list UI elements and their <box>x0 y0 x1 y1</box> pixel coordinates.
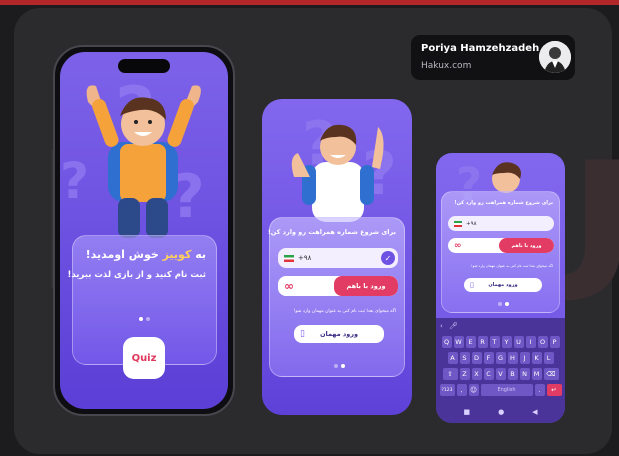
keyboard-row-2: A S D F G H J K L <box>436 352 565 364</box>
character-illustration-icon <box>291 124 384 222</box>
space-key[interactable]: English <box>480 384 533 396</box>
login-with-bahamm-button[interactable]: ∞ ورود با باهم <box>278 276 398 296</box>
keyboard-row-1: Q W E R T Y U I O P <box>436 336 565 348</box>
login-prompt: برای شروع شماره همراهت رو وارد کن! <box>454 200 553 206</box>
guest-note: اگه میخوای بعدا ثبت نام کنی به عنوان مهم… <box>471 264 553 268</box>
guest-button-label: ورود مهمان <box>488 282 518 288</box>
key[interactable]: I <box>525 336 536 348</box>
key[interactable]: O <box>537 336 548 348</box>
backspace-key-icon[interactable]: ⌫ <box>543 368 559 380</box>
key[interactable]: H <box>507 352 518 364</box>
comma-key[interactable]: , <box>456 384 467 396</box>
iran-flag-icon <box>454 220 462 227</box>
key[interactable]: A <box>447 352 458 364</box>
dynamic-island <box>118 59 170 73</box>
top-accent-bar <box>0 0 619 5</box>
guest-door-icon: ▯ <box>300 329 305 339</box>
keyboard-row-3: ⇧ Z X C V B N M ⌫ <box>436 368 565 380</box>
key[interactable]: X <box>471 368 482 380</box>
key[interactable]: Q <box>441 336 452 348</box>
key[interactable]: K <box>531 352 542 364</box>
key[interactable]: W <box>453 336 464 348</box>
login-panel: برای شروع شماره همراهت رو وارد کن! +۹۸ ∞… <box>441 191 560 313</box>
brand-name: کوییز <box>162 248 192 261</box>
period-key[interactable]: . <box>534 384 545 396</box>
onboarding-screen: ? ? ? به کوییز خوش اومدید! ثبت نام <box>60 52 228 409</box>
character-illustration-icon <box>86 85 201 238</box>
country-code: +۹۸ <box>466 220 477 227</box>
phone-number-field[interactable]: +۹۸ ✓ <box>278 248 398 268</box>
login-button-label: ورود با باهم <box>499 238 554 253</box>
phone-login-screen: ? ? برای شروع شماره همراهت رو وارد کن! +… <box>262 99 412 415</box>
key[interactable]: F <box>483 352 494 364</box>
guest-login-button[interactable]: ▯ ورود مهمان <box>294 325 384 343</box>
page-indicator <box>498 302 509 306</box>
stage: H U Poriya Hamzehzadeh Hakux.com ? ? ? <box>0 0 619 456</box>
page-indicator <box>334 364 345 368</box>
login-panel: برای شروع شماره همراهت رو وارد کن! +۹۸ ✓… <box>267 217 405 377</box>
phone-number-field[interactable]: +۹۸ <box>448 216 554 231</box>
author-name: Poriya Hamzehzadeh <box>421 43 540 54</box>
guest-login-button[interactable]: ▯ ورود مهمان <box>464 278 542 292</box>
android-nav-bar: ■ ● ◀ <box>436 403 565 421</box>
infinity-logo-icon: ∞ <box>284 279 294 293</box>
guest-note: اگه میخوای بعدا ثبت نام کنی به عنوان مهم… <box>293 309 396 314</box>
guest-door-icon: ▯ <box>470 281 474 289</box>
infinity-logo-icon: ∞ <box>454 240 462 251</box>
emoji-key-icon[interactable]: ☺ <box>468 384 479 396</box>
key[interactable]: M <box>531 368 542 380</box>
key[interactable]: E <box>465 336 476 348</box>
welcome-heading: به کوییز خوش اومدید! <box>85 248 206 261</box>
keyboard-toolbar: ‹ 🎤︎ <box>440 322 458 330</box>
page-indicator <box>139 317 150 321</box>
key[interactable]: N <box>519 368 530 380</box>
avatar-portrait-icon <box>539 41 571 73</box>
keyboard-row-4: ?123 , ☺ English . ↵ <box>436 384 565 396</box>
key[interactable]: D <box>471 352 482 364</box>
check-icon[interactable]: ✓ <box>381 251 395 265</box>
on-screen-keyboard: ‹ 🎤︎ Q W E R T Y U I O P A S D F G H J K… <box>436 318 565 423</box>
key[interactable]: S <box>459 352 470 364</box>
country-code: +۹۸ <box>298 254 312 262</box>
nav-back-icon[interactable]: ◀ <box>532 408 537 416</box>
login-prompt: برای شروع شماره همراهت رو وارد کن! <box>267 228 396 236</box>
key[interactable]: V <box>495 368 506 380</box>
keyboard-collapse-icon[interactable]: ‹ <box>440 322 443 330</box>
key[interactable]: J <box>519 352 530 364</box>
key[interactable]: U <box>513 336 524 348</box>
key[interactable]: B <box>507 368 518 380</box>
nav-recents-icon[interactable]: ■ <box>463 408 470 416</box>
app-logo: Quiz <box>123 337 165 379</box>
key[interactable]: C <box>483 368 494 380</box>
key[interactable]: Z <box>459 368 470 380</box>
key[interactable]: T <box>489 336 500 348</box>
login-button-label: ورود با باهم <box>334 276 398 296</box>
welcome-subtitle: ثبت نام کنید و از بازی لذت ببرید! <box>67 270 206 280</box>
key[interactable]: P <box>549 336 560 348</box>
key[interactable]: Y <box>501 336 512 348</box>
nav-home-icon[interactable]: ● <box>498 408 504 416</box>
numbers-key[interactable]: ?123 <box>439 384 455 396</box>
phone-keyboard-screen: ? برای شروع شماره همراهت رو وارد کن! +۹۸… <box>436 153 565 423</box>
key[interactable]: R <box>477 336 488 348</box>
avatar <box>539 41 571 73</box>
microphone-icon[interactable]: 🎤︎ <box>449 322 458 330</box>
login-with-bahamm-button[interactable]: ∞ ورود با باهم <box>448 238 554 253</box>
enter-key-icon[interactable]: ↵ <box>546 384 562 396</box>
guest-button-label: ورود مهمان <box>319 330 359 338</box>
key[interactable]: L <box>543 352 554 364</box>
phone-onboarding: ? ? ? به کوییز خوش اومدید! ثبت نام <box>53 45 235 416</box>
shift-key-icon[interactable]: ⇧ <box>442 368 458 380</box>
author-card: Poriya Hamzehzadeh Hakux.com <box>411 35 575 80</box>
key[interactable]: G <box>495 352 506 364</box>
author-site[interactable]: Hakux.com <box>421 61 471 71</box>
iran-flag-icon <box>284 254 294 262</box>
